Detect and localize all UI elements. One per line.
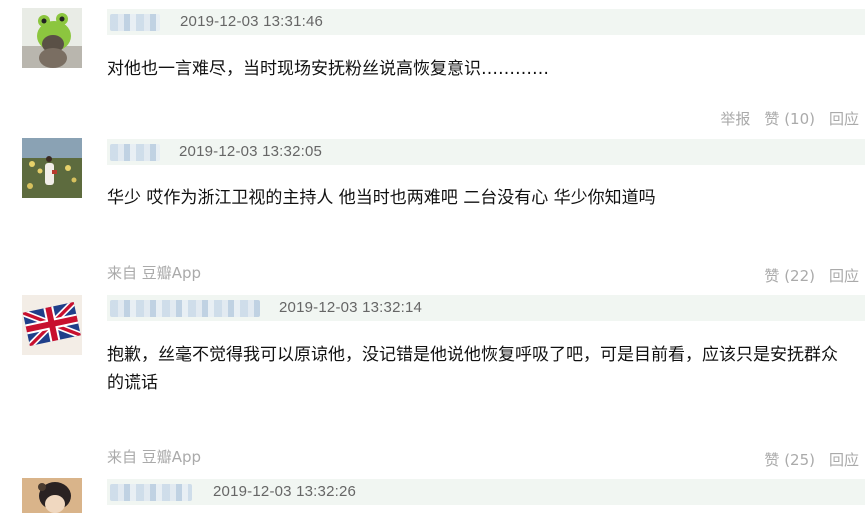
comment-timestamp: 2019-12-03 13:32:14 [279, 299, 423, 316]
dark-hair-person-avatar [22, 478, 82, 513]
like-button[interactable]: 赞 (22) [764, 265, 815, 286]
comment-header: 2019-12-03 13:32:14 [107, 295, 865, 321]
comment-text: 华少 哎作为浙江卫视的主持人 他当时也两难吧 二台没有心 华少你知道吗 [107, 188, 656, 208]
like-button[interactable]: 赞 (10) [764, 108, 815, 129]
like-label: 赞 [764, 267, 780, 285]
avatar[interactable] [22, 478, 82, 513]
like-count: (10) [784, 110, 815, 128]
green-frog-hat-cat-avatar [22, 8, 82, 68]
comment-source: 来自 豆瓣App [107, 448, 202, 466]
reply-button[interactable]: 回应 [829, 449, 859, 470]
comment-text: 抱歉，丝毫不觉得我可以原谅他，没记错是他说他恢复呼吸了吧，可是目前看，应该只是安… [107, 345, 838, 393]
comment-text: 对他也一言难尽，当时现场安抚粉丝说高恢复意识………… [107, 59, 549, 79]
username-blurred[interactable] [110, 14, 160, 31]
like-label: 赞 [764, 451, 780, 469]
username-blurred[interactable] [110, 144, 160, 161]
like-count: (22) [784, 267, 815, 285]
username-blurred[interactable] [110, 484, 192, 501]
comment-header: 2019-12-03 13:32:05 [107, 139, 865, 165]
comment-header: 2019-12-03 13:32:26 [107, 479, 865, 505]
avatar[interactable] [22, 8, 82, 68]
comment-timestamp: 2019-12-03 13:32:26 [213, 483, 357, 500]
reply-button[interactable]: 回应 [829, 265, 859, 286]
username-blurred[interactable] [110, 300, 260, 317]
comment-actions: 赞 (25) 回应 [764, 449, 859, 470]
union-jack-avatar [22, 295, 82, 355]
meadow-girl-avatar [22, 138, 82, 198]
comment-timestamp: 2019-12-03 13:31:46 [180, 13, 324, 30]
report-button[interactable]: 举报 [720, 108, 750, 129]
like-label: 赞 [764, 110, 780, 128]
reply-button[interactable]: 回应 [829, 108, 859, 129]
comment-actions: 赞 (22) 回应 [764, 265, 859, 286]
comment-timestamp: 2019-12-03 13:32:05 [179, 143, 323, 160]
comment-actions: 举报 赞 (10) 回应 [720, 108, 859, 129]
like-count: (25) [784, 451, 815, 469]
like-button[interactable]: 赞 (25) [764, 449, 815, 470]
avatar[interactable] [22, 295, 82, 355]
comment-source: 来自 豆瓣App [107, 264, 202, 282]
comment-header: 2019-12-03 13:31:46 [107, 9, 865, 35]
avatar[interactable] [22, 138, 82, 198]
